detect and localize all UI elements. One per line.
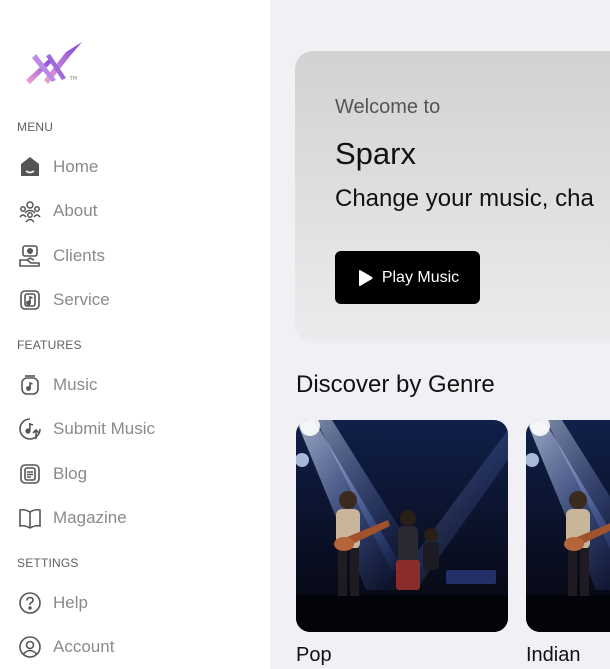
account-icon: [17, 634, 43, 660]
client-icon: [17, 243, 43, 269]
play-music-button[interactable]: Play Music: [335, 251, 480, 304]
sidebar-item-service[interactable]: Service: [17, 285, 247, 315]
hero-banner: Welcome to Sparx Change your music, cha …: [295, 51, 610, 343]
sidebar-item-label: Clients: [53, 246, 105, 265]
hero-tagline: Change your music, cha: [335, 185, 594, 212]
sidebar-item-clients[interactable]: Clients: [17, 241, 247, 271]
sidebar-item-account[interactable]: Account: [17, 632, 247, 662]
sidebar-item-label: Service: [53, 290, 110, 309]
sidebar-item-about[interactable]: About: [17, 196, 247, 226]
hero-welcome: Welcome to: [335, 96, 441, 118]
section-label-settings: SETTINGS: [17, 556, 79, 570]
sidebar: TM MENU Home About Clients Service FEATU…: [0, 0, 270, 669]
sidebar-item-home[interactable]: Home: [17, 152, 247, 182]
logo-icon[interactable]: TM: [20, 40, 86, 90]
sidebar-item-blog[interactable]: Blog: [17, 459, 247, 489]
genre-card-indian[interactable]: [526, 420, 610, 632]
discover-genre-title: Discover by Genre: [296, 371, 495, 398]
people-icon: [17, 198, 43, 224]
genre-card-pop[interactable]: [296, 420, 508, 632]
blog-icon: [17, 461, 43, 487]
service-icon: [17, 287, 43, 313]
help-icon: [17, 590, 43, 616]
home-icon: [17, 154, 43, 180]
sidebar-item-label: Submit Music: [53, 419, 156, 438]
sidebar-item-label: Magazine: [53, 508, 127, 527]
sidebar-item-label: Account: [53, 637, 115, 656]
sidebar-item-label: Blog: [53, 464, 88, 483]
sidebar-item-label: About: [53, 201, 98, 220]
play-music-label: Play Music: [381, 268, 460, 286]
sidebar-item-submit-music[interactable]: Submit Music: [17, 414, 247, 444]
sidebar-item-label: Home: [53, 157, 99, 176]
submit-music-icon: [17, 416, 43, 442]
genre-label-pop: Pop: [296, 644, 332, 666]
hero-brand: Sparx: [335, 136, 416, 171]
section-label-menu: MENU: [17, 120, 54, 134]
genre-label-indian: Indian: [526, 644, 581, 666]
music-icon: [17, 372, 43, 398]
sidebar-item-magazine[interactable]: Magazine: [17, 503, 247, 533]
main-content: Welcome to Sparx Change your music, cha …: [270, 0, 610, 669]
sidebar-item-music[interactable]: Music: [17, 370, 247, 400]
sidebar-item-help[interactable]: Help: [17, 588, 247, 618]
play-icon: [356, 269, 374, 287]
sidebar-item-label: Help: [53, 593, 88, 612]
section-label-features: FEATURES: [17, 338, 82, 352]
magazine-icon: [17, 505, 43, 531]
sidebar-item-label: Music: [53, 375, 98, 394]
svg-text:TM: TM: [69, 76, 77, 82]
